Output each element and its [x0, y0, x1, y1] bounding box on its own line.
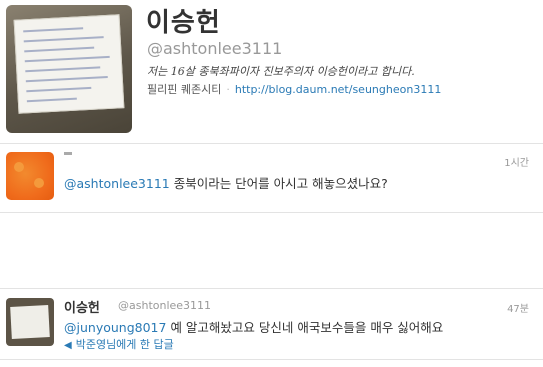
tweet-body: 종북이라는 단어를 아시고 해놓으셨나요? — [169, 176, 388, 191]
tweet-avatar[interactable] — [6, 298, 54, 346]
tweet-body: 예 알고해놨고요 당신네 애국보수들을 매우 싫어해요 — [166, 320, 444, 335]
divider — [0, 288, 543, 289]
divider — [0, 212, 543, 213]
tweet-avatar[interactable] — [6, 152, 54, 200]
profile-handle: @ashtonlee3111 — [147, 39, 283, 58]
profile-avatar[interactable] — [6, 5, 132, 133]
handwritten-sign-image — [10, 305, 50, 339]
handwritten-sign-image — [13, 14, 125, 114]
reply-arrow-icon: ◀ — [64, 340, 72, 351]
tweet-timestamp[interactable]: 47분 — [507, 300, 529, 315]
tweet-author-name[interactable]: 이승헌 — [64, 297, 100, 316]
profile-name: 이승헌 — [146, 8, 221, 38]
tweet-mention-link[interactable]: @ashtonlee3111 — [64, 176, 170, 191]
profile-url-link[interactable]: http://blog.daum.net/seungheon3111 — [235, 83, 441, 96]
tweet-mention-link[interactable]: @junyoung8017 — [64, 320, 166, 335]
profile-location: 필리핀 퀘존시티 — [147, 83, 222, 96]
tweet-author-handle[interactable]: @ashtonlee3111 — [118, 299, 211, 312]
tweet-author-name-redacted — [64, 152, 72, 155]
meta-separator: · — [226, 83, 230, 96]
tweet-text: @ashtonlee3111 종북이라는 단어를 아시고 해놓으셨나요? — [64, 173, 388, 192]
tweet-timestamp[interactable]: 1시간 — [504, 154, 529, 169]
in-reply-to-link[interactable]: ◀ 박준영님에게 한 답글 — [64, 336, 174, 352]
divider — [0, 143, 543, 144]
profile-bio: 저는 16살 종북좌파이자 진보주의자 이승헌이라고 합니다. — [147, 65, 415, 78]
reply-context-label: 박준영님에게 한 답글 — [75, 338, 174, 351]
profile-meta: 필리핀 퀘존시티 · http://blog.daum.net/seungheon3… — [147, 81, 441, 97]
divider — [0, 359, 543, 360]
tweet-text: @junyoung8017 예 알고해놨고요 당신네 애국보수들을 매우 싫어해… — [64, 317, 443, 336]
